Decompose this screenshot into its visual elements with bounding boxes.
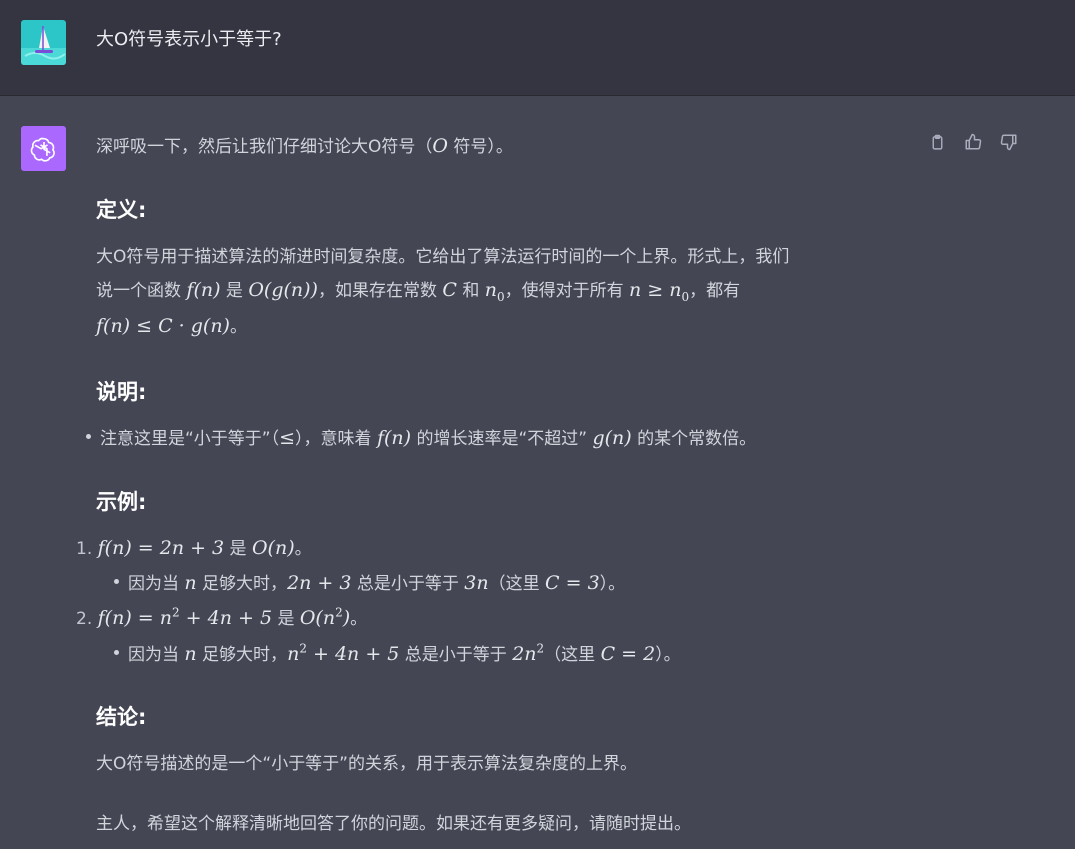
clipboard-icon[interactable] [925, 130, 949, 154]
explanation-heading: 说明: [96, 380, 147, 404]
thumbs-down-icon[interactable] [997, 130, 1021, 154]
definition-line2: 说一个函数 f(n) 是 O(g(n))，如果存在常数 C 和 n0，使得对于所… [96, 279, 741, 304]
user-question: 大O符号表示小于等于? [96, 29, 282, 50]
bullet-dot [86, 433, 91, 439]
bullet-dot [114, 578, 119, 584]
intro-tail: 符号）。 [447, 137, 513, 157]
closing-text: 主人，希望这个解释清晰地回答了你的问题。如果还有更多疑问，请随时提出。 [96, 814, 691, 834]
definition-line3: f(n) ≤ C · g(n)。 [96, 315, 247, 337]
example-item-2-sub: 因为当 n 足够大时，n2 + 4n + 5 总是小于等于 2n2（这里 C =… [114, 640, 681, 665]
message-actions [925, 130, 1021, 154]
intro-text: 深呼吸一下，然后让我们仔细讨论大O符号（O 符号）。 [96, 132, 513, 157]
conclusion-text: 大O符号描述的是一个“小于等于”的关系，用于表示算法复杂度的上界。 [96, 754, 637, 774]
example-item-1: 1. f(n) = 2n + 3 是 O(n)。 [76, 537, 312, 559]
intro-lead: 深呼吸一下，然后让我们仔细讨论大O符号（ [96, 137, 433, 157]
explanation-bullet: 注意这里是“小于等于”（≤），意味着 f(n) 的增长速率是“不超过” g(n)… [86, 424, 756, 449]
example-item-1-sub: 因为当 n 足够大时，2n + 3 总是小于等于 3n（这里 C = 3）。 [114, 569, 625, 594]
intro-math: O [432, 135, 448, 157]
user-message-row: 大O符号表示小于等于? [0, 0, 1075, 96]
thumbs-up-icon[interactable] [961, 130, 985, 154]
definition-line1: 大O符号用于描述算法的渐进时间复杂度。它给出了算法运行时间的一个上界。形式上，我… [96, 247, 790, 267]
conclusion-heading: 结论: [96, 705, 147, 729]
example-item-2: 2. f(n) = n2 + 4n + 5 是 O(n2)。 [76, 605, 368, 629]
examples-heading: 示例: [96, 490, 147, 514]
assistant-message-row: 深呼吸一下，然后让我们仔细讨论大O符号（O 符号）。 定义: 大O符号用于描述算… [0, 96, 1075, 849]
bullet-dot [114, 649, 119, 655]
definition-heading: 定义: [96, 198, 147, 222]
openai-logo-icon [21, 126, 66, 171]
user-avatar [21, 20, 66, 65]
